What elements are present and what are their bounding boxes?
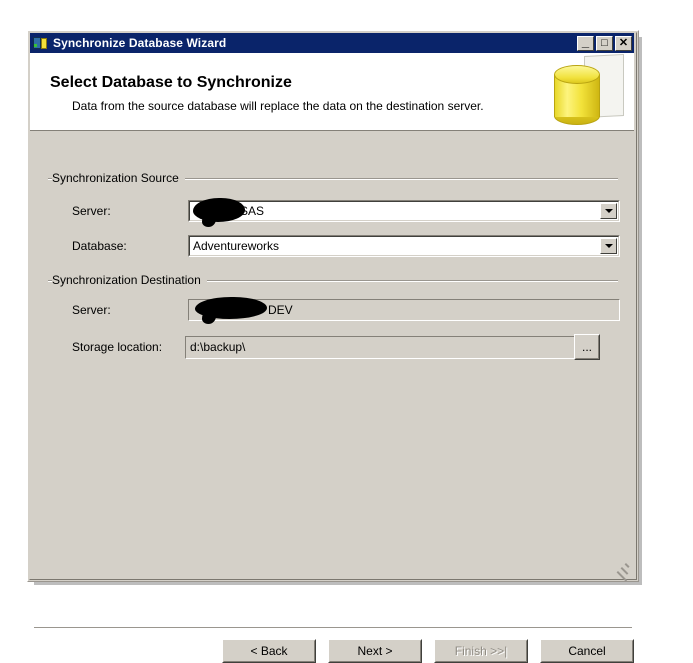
minimize-icon: _ <box>581 33 590 49</box>
chevron-down-icon <box>604 209 613 213</box>
database-server-icon <box>33 35 49 51</box>
wizard-header-banner: Select Database to Synchronize Data from… <box>30 53 634 131</box>
redaction-blob-destination-server-tail <box>202 311 216 324</box>
back-button-label: < Back <box>223 640 315 662</box>
group-synchronization-destination: Synchronization Destination <box>48 273 618 287</box>
storage-location-browse-button[interactable]: ... <box>574 334 600 360</box>
source-server-dropdown-button[interactable] <box>600 203 617 219</box>
source-database-label: Database: <box>72 239 127 253</box>
source-database-value: Adventureworks <box>193 239 280 253</box>
redaction-blob-source-server-tail <box>202 214 216 227</box>
source-database-dropdown-button[interactable] <box>600 238 617 254</box>
resize-grip[interactable] <box>616 562 631 582</box>
next-button[interactable]: Next > <box>328 639 422 663</box>
page-title: Select Database to Synchronize <box>50 74 292 91</box>
source-server-combobox[interactable]: SAS <box>188 200 620 222</box>
storage-location-label: Storage location: <box>72 340 163 354</box>
group-synchronization-source: Synchronization Source <box>48 171 618 185</box>
wizard-button-bar: < Back Next > Finish >>| Cancel <box>222 639 634 663</box>
close-button[interactable]: ✕ <box>615 35 632 51</box>
source-server-label: Server: <box>72 204 111 218</box>
storage-location-field[interactable]: d:\backup\ <box>185 336 585 359</box>
group-label-destination: Synchronization Destination <box>52 273 207 287</box>
storage-location-value: d:\backup\ <box>190 340 246 354</box>
chevron-down-icon <box>604 244 613 248</box>
minimize-button[interactable]: _ <box>577 33 594 51</box>
close-icon: ✕ <box>618 36 629 49</box>
page-subtitle: Data from the source database will repla… <box>72 99 484 113</box>
title-bar[interactable]: Synchronize Database Wizard _ □ ✕ <box>30 33 634 53</box>
destination-server-label: Server: <box>72 303 111 317</box>
cancel-button[interactable]: Cancel <box>540 639 634 663</box>
cancel-button-label: Cancel <box>541 640 633 662</box>
redaction-blob-source-server <box>193 198 245 222</box>
finish-button: Finish >>| <box>434 639 528 663</box>
maximize-button[interactable]: □ <box>596 35 613 51</box>
finish-button-label: Finish >>| <box>435 640 527 662</box>
ellipsis-icon: ... <box>575 335 599 359</box>
destination-server-value: DEV <box>268 303 293 317</box>
maximize-icon: □ <box>601 36 608 49</box>
next-button-label: Next > <box>329 640 421 662</box>
wizard-window: Synchronize Database Wizard _ □ ✕ Select… <box>27 30 639 663</box>
source-database-combobox[interactable]: Adventureworks <box>188 235 620 257</box>
back-button[interactable]: < Back <box>222 639 316 663</box>
page-canvas: Synchronize Database Wizard _ □ ✕ Select… <box>0 0 693 663</box>
database-cylinder-icon <box>538 53 628 130</box>
client-area: Synchronization Source Server: SAS Datab… <box>30 131 634 663</box>
window-controls: _ □ ✕ <box>577 33 632 51</box>
footer-separator <box>34 627 632 629</box>
group-label-source: Synchronization Source <box>52 171 185 185</box>
window-title: Synchronize Database Wizard <box>53 36 227 50</box>
